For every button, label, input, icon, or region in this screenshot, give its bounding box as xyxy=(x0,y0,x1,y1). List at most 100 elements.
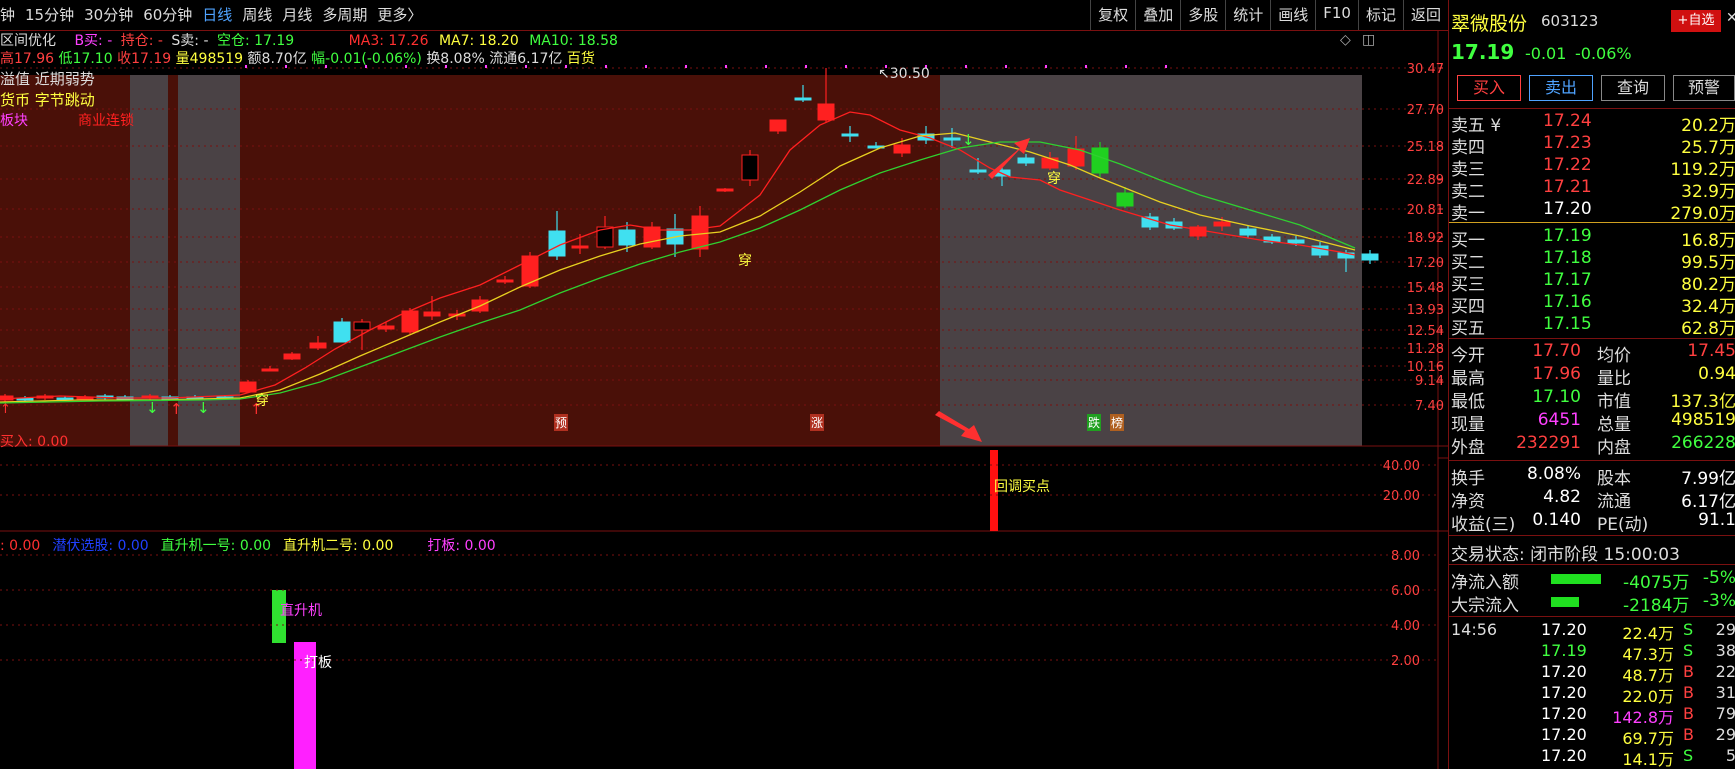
period-tab-3[interactable]: 60分钟 xyxy=(143,4,192,25)
tool-button-0[interactable]: 复权 xyxy=(1090,0,1135,30)
candle-body xyxy=(818,104,834,120)
price-tick: 20.81 xyxy=(1407,203,1444,218)
chuan-marker-2: 穿 xyxy=(1047,168,1061,188)
period-tab-7[interactable]: 多周期 xyxy=(322,4,367,25)
candle-body xyxy=(1092,148,1108,173)
price-tick: 27.70 xyxy=(1407,103,1444,118)
tool-button-2[interactable]: 多股 xyxy=(1180,0,1225,30)
period-tab-5[interactable]: 周线 xyxy=(242,4,272,25)
candle-body xyxy=(894,145,910,153)
stat-row: 外盘 232291 内盘 266228 xyxy=(1449,433,1735,455)
stock-code: 603123 xyxy=(1541,12,1598,30)
sub1-tick: 20.00 xyxy=(1383,489,1420,504)
tool-button-5[interactable]: F10 xyxy=(1315,0,1358,30)
tick-row: 17.19 47.3万 S 38 xyxy=(1449,641,1735,663)
candle-body xyxy=(795,98,811,100)
candle-body xyxy=(970,170,986,172)
sub1-tick: 40.00 xyxy=(1383,459,1420,474)
candle-body xyxy=(354,322,370,330)
chuan-marker-3: 穿 xyxy=(255,390,269,410)
bang-marker: 榜 xyxy=(1110,414,1124,431)
tag-line-3a: 板块 xyxy=(0,110,28,130)
period-tab-2[interactable]: 30分钟 xyxy=(84,4,133,25)
tool-button-4[interactable]: 画线 xyxy=(1270,0,1315,30)
tick-row: 17.20 142.8万 B 79 xyxy=(1449,704,1735,726)
price-tick: 18.92 xyxy=(1407,231,1444,246)
price-tick: 25.18 xyxy=(1407,140,1444,155)
zhishengji-label: 直升机 xyxy=(280,600,322,620)
tool-button-7[interactable]: 返回 xyxy=(1403,0,1448,30)
trade-state: 交易状态: 闭市阶段 15:00:03 xyxy=(1449,540,1735,562)
sub2-legend-item: 打板: 0.00 xyxy=(427,538,495,554)
bid-row: 买四 17.16 32.4万 xyxy=(1449,292,1735,314)
tick-row: 17.20 14.1万 S 5 xyxy=(1449,746,1735,768)
svg-text:↓: ↓ xyxy=(146,399,159,417)
price-change: -0.01 xyxy=(1525,44,1566,63)
chuan-marker-1: 穿 xyxy=(738,250,752,270)
tag-line-2: 货币 字节跳动 xyxy=(0,89,95,110)
daban-label: 打板 xyxy=(304,652,332,672)
flow-row: 大宗流入 -2184万 -3% xyxy=(1449,591,1735,613)
price-tick: 11.28 xyxy=(1407,342,1444,357)
ask-row: 卖四 17.23 25.7万 xyxy=(1449,133,1735,155)
candle-body xyxy=(1240,229,1256,235)
period-tab-6[interactable]: 月线 xyxy=(282,4,312,25)
stat-row: 最低 17.10 市值 137.3亿 xyxy=(1449,387,1735,409)
sub1-axis: 40.00 20.00 xyxy=(0,459,1438,504)
candle-body xyxy=(1362,254,1378,260)
top-marks xyxy=(245,65,1167,68)
period-toolbar: 钟 15分钟 30分钟 60分钟 日线 周线 月线 多周期 更多〉 复权 叠加 多股 统计 画线 F10 标… xyxy=(0,0,1448,31)
candle-body xyxy=(944,138,960,140)
sub2-tick: 4.00 xyxy=(1391,619,1420,634)
peak-price-label: ↖30.50 xyxy=(878,66,930,82)
tool-button-1[interactable]: 叠加 xyxy=(1135,0,1180,30)
candle-body xyxy=(842,134,858,136)
period-tab-1[interactable]: 15分钟 xyxy=(25,4,74,25)
query-button[interactable]: 查询 xyxy=(1601,75,1665,101)
last-price: 17.19 xyxy=(1451,40,1514,64)
svg-text:↑: ↑ xyxy=(0,402,11,417)
svg-text:↓: ↓ xyxy=(197,399,210,417)
stat2-row: 净资 4.82 流通 6.17亿 xyxy=(1449,487,1735,509)
stat2-row: 收益(三) 0.140 PE(动) 91.1 xyxy=(1449,510,1735,532)
sell-button[interactable]: 卖出 xyxy=(1529,75,1593,101)
tool-button-6[interactable]: 标记 xyxy=(1358,0,1403,30)
sub1-label: 买入: 0.00 xyxy=(0,431,68,451)
period-tab-0[interactable]: 钟 xyxy=(0,4,15,25)
sub2-legend-item: 潜伏选股: 0.00 xyxy=(52,538,148,554)
sub2-legend-item: : 0.00 xyxy=(0,538,40,554)
sub2-legend-item: 直升机二号: 0.00 xyxy=(283,538,393,554)
close-icon[interactable]: ✕ xyxy=(1726,10,1735,26)
candle-body xyxy=(572,246,588,248)
candle-body xyxy=(334,322,350,342)
candle-body xyxy=(1214,222,1230,226)
alert-button[interactable]: 预警 xyxy=(1673,75,1735,101)
sub2-tick: 2.00 xyxy=(1391,654,1420,669)
buy-button[interactable]: 买入 xyxy=(1457,75,1521,101)
candle-body xyxy=(1288,240,1304,243)
ask-row: 卖三 17.22 119.2万 xyxy=(1449,155,1735,177)
price-tick: 22.89 xyxy=(1407,173,1444,188)
add-watchlist-button[interactable]: +自选 xyxy=(1671,10,1721,32)
tool-button-3[interactable]: 统计 xyxy=(1225,0,1270,30)
sub2-legend: : 0.00 潜伏选股: 0.00 直升机一号: 0.00 直升机二号: 0.00 打板… xyxy=(0,535,508,555)
period-tab-4[interactable]: 日线 xyxy=(202,4,232,25)
period-tab-8[interactable]: 更多 xyxy=(377,4,407,25)
candle-body xyxy=(284,354,300,359)
die-marker: 跌 xyxy=(1087,414,1101,431)
kline-chart-area[interactable]: 30.47 27.70 25.18 22.89 20.81 18.92 17.20 15.48… xyxy=(0,30,1448,769)
stock-name: 翠微股份 xyxy=(1451,9,1527,36)
flow-row: 净流入额 -4075万 -5% xyxy=(1449,568,1735,590)
candle-body xyxy=(1042,158,1058,168)
price-tick: 12.54 xyxy=(1407,324,1444,339)
candle-body xyxy=(742,155,758,180)
bid-row: 买一 17.19 16.8万 xyxy=(1449,226,1735,248)
ask-row: 卖二 17.21 32.9万 xyxy=(1449,177,1735,199)
candle-body xyxy=(1068,149,1084,166)
chevron-right-icon[interactable]: 〉 xyxy=(407,4,422,25)
tick-row: 17.20 69.7万 B 29 xyxy=(1449,725,1735,747)
candle-body xyxy=(1117,193,1133,206)
sub2-axis: 8.006.004.002.00 xyxy=(0,549,1438,669)
ask-row: 卖一 17.20 279.0万 xyxy=(1449,199,1735,221)
price-tick: 13.93 xyxy=(1407,303,1444,318)
